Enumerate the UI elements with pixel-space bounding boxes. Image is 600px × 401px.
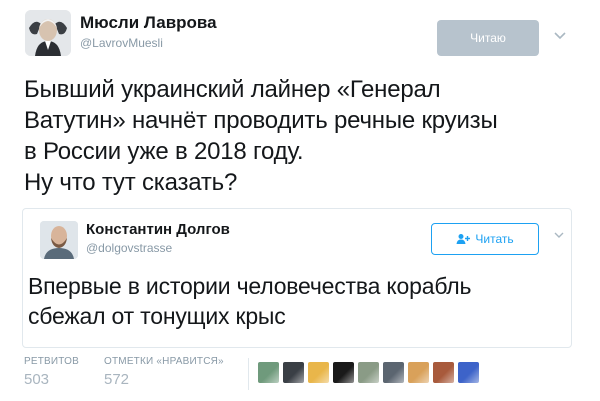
author-handle[interactable]: @LavrovMuesli (80, 36, 163, 50)
following-button[interactable]: Читаю (437, 20, 539, 56)
liker-avatar-6[interactable] (383, 362, 404, 383)
liker-avatar-9[interactable] (458, 362, 479, 383)
follow-person-icon (456, 234, 471, 244)
quoted-tweet-text: Впервые в истории человечества корабль с… (28, 271, 568, 331)
tweet-line: Ватутин» начнёт проводить речные круизы (24, 107, 498, 134)
author-name[interactable]: Мюсли Лаврова (80, 13, 217, 33)
chevron-down-icon[interactable] (553, 28, 567, 42)
likes-count[interactable]: 572 (104, 371, 129, 388)
liker-avatars (258, 362, 479, 383)
liker-avatar-1[interactable] (258, 362, 279, 383)
quoted-line: сбежал от тонущих крыс (28, 303, 286, 329)
stats-divider (248, 358, 249, 390)
tweet-text: Бывший украинский лайнер «Генерал Ватути… (24, 74, 584, 198)
tweet-line: Ну что тут сказать? (24, 169, 238, 196)
liker-avatar-2[interactable] (283, 362, 304, 383)
quoted-tweet-card[interactable]: Константин Долгов @dolgovstrasse Читать … (22, 208, 572, 348)
person-photo-icon (40, 221, 78, 259)
tweet-line: Бывший украинский лайнер «Генерал (24, 76, 441, 103)
liker-avatar-8[interactable] (433, 362, 454, 383)
emblem-icon (25, 10, 71, 56)
likes-label: ОТМЕТКИ «НРАВИТСЯ» (104, 356, 224, 367)
liker-avatar-3[interactable] (308, 362, 329, 383)
quoted-author-handle[interactable]: @dolgovstrasse (86, 241, 172, 255)
liker-avatar-4[interactable] (333, 362, 354, 383)
author-avatar[interactable] (25, 10, 71, 56)
quoted-line: Впервые в истории человечества корабль (28, 273, 472, 299)
quoted-author-name[interactable]: Константин Долгов (86, 221, 230, 238)
quoted-author-avatar[interactable] (40, 221, 78, 259)
retweets-label: РЕТВИТОВ (24, 356, 80, 367)
liker-avatar-5[interactable] (358, 362, 379, 383)
liker-avatar-7[interactable] (408, 362, 429, 383)
chevron-down-icon[interactable] (553, 229, 565, 241)
follow-button[interactable]: Читать (431, 223, 539, 255)
retweets-count[interactable]: 503 (24, 371, 49, 388)
tweet-line: в России уже в 2018 году. (24, 138, 304, 165)
follow-button-label: Читать (475, 232, 514, 246)
